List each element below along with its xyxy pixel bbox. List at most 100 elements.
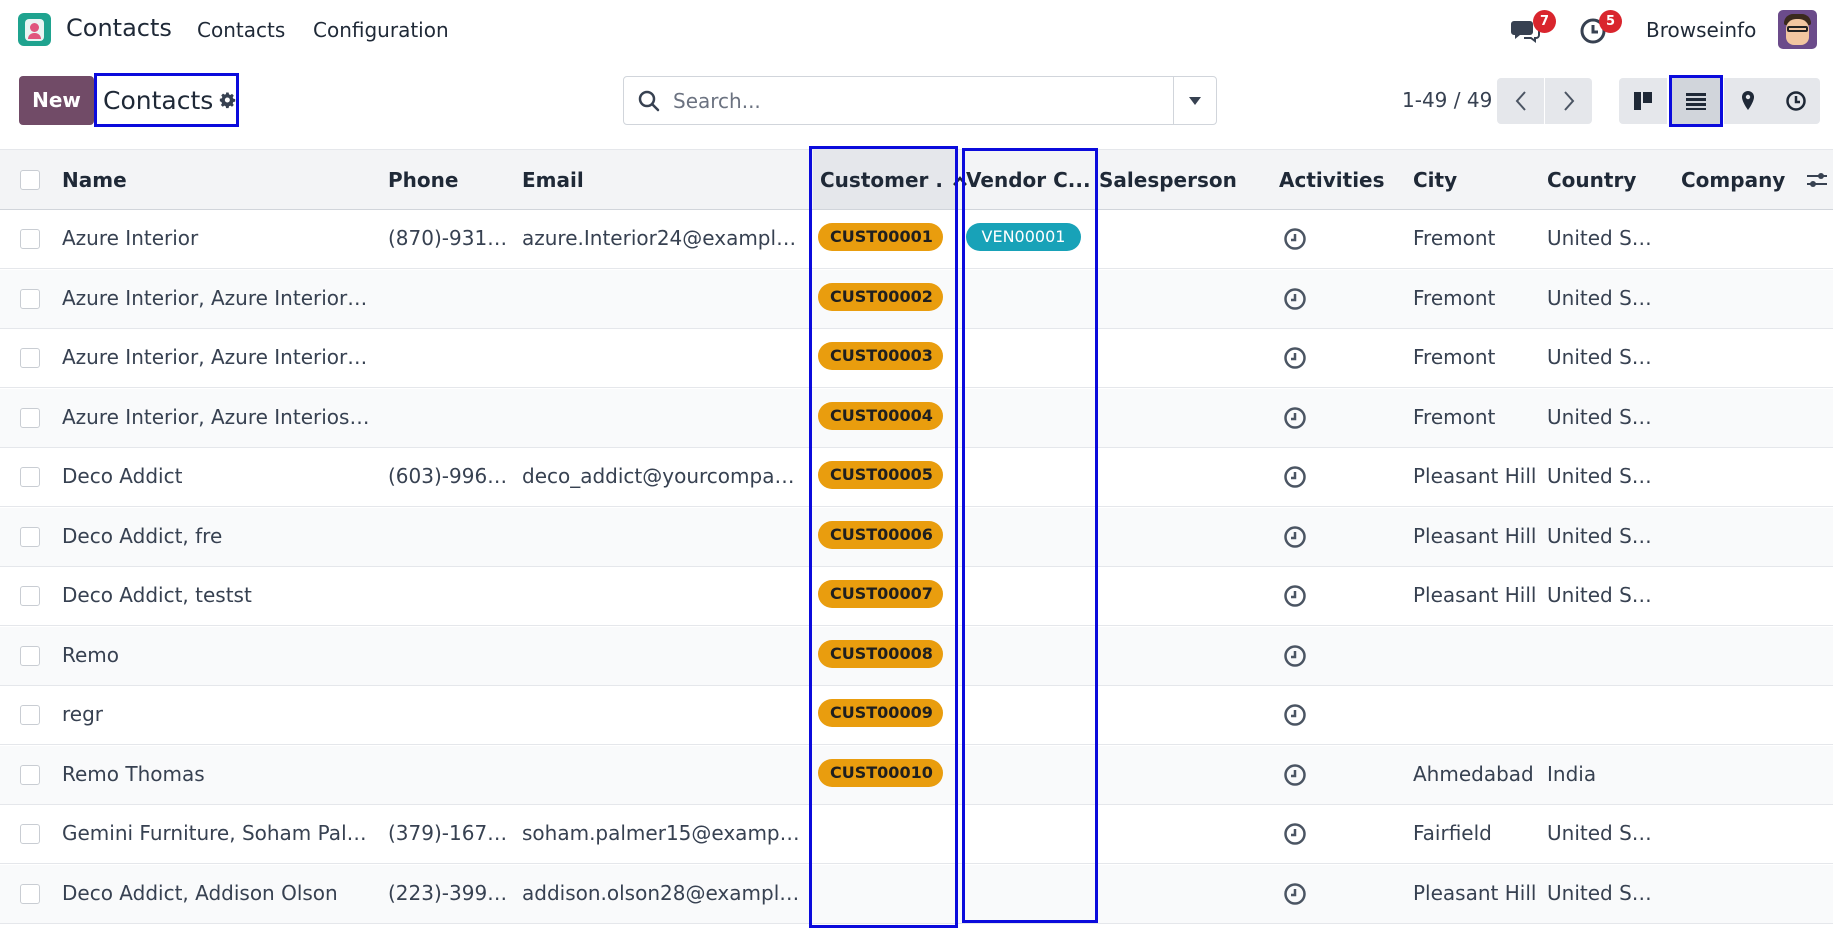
cell-city: Fairfield bbox=[1413, 821, 1492, 845]
breadcrumb: Contacts bbox=[94, 73, 239, 127]
kanban-view-button[interactable] bbox=[1619, 78, 1667, 124]
row-checkbox[interactable] bbox=[20, 288, 40, 309]
optional-columns-icon[interactable] bbox=[1806, 169, 1828, 191]
customer-code-badge: CUST00007 bbox=[818, 580, 943, 608]
cell-city: Fremont bbox=[1413, 226, 1496, 250]
cell-country: United St... bbox=[1547, 880, 1657, 905]
activity-view-button[interactable] bbox=[1772, 78, 1820, 124]
row-checkbox[interactable] bbox=[20, 824, 40, 844]
top-navbar: Contacts Contacts Configuration 7 5 Brow… bbox=[0, 0, 1833, 61]
pager-value[interactable]: 1-49 / 49 bbox=[1402, 88, 1492, 112]
kanban-icon bbox=[1634, 92, 1652, 110]
column-customer-code[interactable]: Customer . bbox=[820, 168, 968, 192]
activity-clock-icon[interactable] bbox=[1283, 287, 1307, 311]
company-name[interactable]: Browseinfo bbox=[1646, 18, 1756, 42]
pager-previous-button[interactable] bbox=[1497, 78, 1544, 124]
column-email[interactable]: Email bbox=[522, 168, 584, 192]
row-checkbox[interactable] bbox=[20, 586, 40, 606]
cell-name: Azure Interior, Azure Interior, ... bbox=[62, 345, 370, 369]
search-input[interactable] bbox=[661, 77, 1173, 124]
table-row[interactable]: Azure Interior, Azure Interior, ... CUST0… bbox=[0, 329, 1833, 388]
column-phone[interactable]: Phone bbox=[388, 168, 458, 192]
activities-badge: 5 bbox=[1599, 10, 1622, 33]
activity-clock-icon[interactable] bbox=[1283, 465, 1307, 489]
row-checkbox[interactable] bbox=[20, 467, 40, 487]
table-header: Name Phone Email Customer . Vendor C... … bbox=[0, 149, 1833, 210]
cell-country: United St... bbox=[1547, 464, 1657, 488]
map-view-button[interactable] bbox=[1724, 78, 1772, 124]
activity-clock-icon[interactable] bbox=[1283, 822, 1307, 846]
cell-country: United St... bbox=[1547, 345, 1657, 369]
activity-clock-icon[interactable] bbox=[1283, 406, 1307, 430]
customer-code-badge: CUST00004 bbox=[818, 401, 943, 430]
cell-email: deco_addict@yourcompan... bbox=[522, 464, 802, 488]
table-row[interactable]: Azure Interior (870)-931-... azure.Interio… bbox=[0, 210, 1833, 269]
row-checkbox[interactable] bbox=[20, 705, 40, 725]
cell-phone: (379)-167-... bbox=[388, 821, 508, 845]
activity-clock-icon[interactable] bbox=[1283, 584, 1307, 608]
cell-phone: (603)-996-... bbox=[388, 464, 508, 488]
list-view-button[interactable] bbox=[1669, 75, 1723, 127]
column-city[interactable]: City bbox=[1413, 168, 1457, 192]
table-row[interactable]: Deco Addict, fre CUST00006 Pleasant Hill Un… bbox=[0, 507, 1833, 567]
customer-code-badge: CUST00010 bbox=[818, 758, 943, 787]
row-checkbox[interactable] bbox=[20, 645, 40, 666]
column-country[interactable]: Country bbox=[1547, 168, 1636, 192]
table-row[interactable]: Azure Interior, Azure Interior, ... CUST0… bbox=[0, 269, 1833, 329]
search-options-toggle[interactable] bbox=[1173, 77, 1216, 124]
gear-icon[interactable] bbox=[219, 90, 236, 110]
clock-icon bbox=[1786, 91, 1806, 111]
row-checkbox[interactable] bbox=[20, 764, 40, 785]
activity-clock-icon[interactable] bbox=[1283, 227, 1307, 251]
new-button[interactable]: New bbox=[19, 76, 94, 125]
column-vendor-code[interactable]: Vendor C... bbox=[966, 168, 1091, 192]
vendor-code-badge: VEN00001 bbox=[966, 223, 1081, 251]
cell-email: addison.olson28@example.... bbox=[522, 880, 802, 905]
cell-country: United St... bbox=[1547, 821, 1657, 845]
activity-clock-icon[interactable] bbox=[1283, 763, 1307, 787]
select-all-checkbox[interactable] bbox=[20, 170, 40, 190]
cell-email: azure.Interior24@example.... bbox=[522, 226, 802, 250]
table-row[interactable]: Gemini Furniture, Soham Palmer (379)-167-… bbox=[0, 805, 1833, 864]
table-row[interactable]: Remo Thomas CUST00010 Ahmedabad India bbox=[0, 745, 1833, 805]
contacts-app-icon[interactable] bbox=[18, 13, 51, 46]
activity-clock-icon[interactable] bbox=[1283, 882, 1307, 906]
cell-name: Azure Interior, Azure Interior, ... bbox=[62, 285, 370, 310]
customer-code-badge: CUST00001 bbox=[818, 223, 943, 251]
table-row[interactable]: Deco Addict, Addison Olson (223)-399-... a… bbox=[0, 864, 1833, 924]
row-checkbox[interactable] bbox=[20, 348, 40, 368]
table-row[interactable]: Deco Addict (603)-996-... deco_addict@your… bbox=[0, 448, 1833, 507]
table-row[interactable]: Remo CUST00008 bbox=[0, 626, 1833, 686]
cell-name: Deco Addict, Addison Olson bbox=[62, 880, 338, 905]
row-checkbox[interactable] bbox=[20, 526, 40, 547]
activity-clock-icon[interactable] bbox=[1283, 525, 1307, 549]
user-avatar[interactable] bbox=[1778, 10, 1817, 49]
table-row[interactable]: Azure Interior, Azure Interios, ... CUST0… bbox=[0, 388, 1833, 448]
app-title[interactable]: Contacts bbox=[66, 14, 172, 42]
customer-code-badge: CUST00009 bbox=[818, 699, 943, 727]
search-bar bbox=[623, 76, 1217, 125]
activity-clock-icon[interactable] bbox=[1283, 346, 1307, 370]
activity-clock-icon[interactable] bbox=[1283, 644, 1307, 668]
menu-contacts[interactable]: Contacts bbox=[197, 18, 285, 42]
cell-phone: (223)-399-... bbox=[388, 880, 508, 905]
column-company[interactable]: Company bbox=[1681, 168, 1785, 192]
cell-country: United St... bbox=[1547, 523, 1657, 548]
row-checkbox[interactable] bbox=[20, 407, 40, 428]
customer-code-badge: CUST00005 bbox=[818, 461, 943, 489]
menu-configuration[interactable]: Configuration bbox=[313, 18, 449, 42]
pager-next-button[interactable] bbox=[1545, 78, 1592, 124]
row-checkbox[interactable] bbox=[20, 229, 40, 249]
table-row[interactable]: regr CUST00009 bbox=[0, 686, 1833, 745]
column-salesperson[interactable]: Salesperson bbox=[1099, 168, 1237, 192]
cell-city: Pleasant Hill bbox=[1413, 583, 1537, 607]
column-name[interactable]: Name bbox=[62, 168, 127, 192]
cell-name: Deco Addict, testst bbox=[62, 583, 252, 607]
cell-name: Remo Thomas bbox=[62, 761, 205, 786]
table-row[interactable]: Deco Addict, testst CUST00007 Pleasant Hil… bbox=[0, 567, 1833, 626]
cell-name: Deco Addict bbox=[62, 464, 183, 488]
cell-name: Remo bbox=[62, 642, 120, 667]
column-activities[interactable]: Activities bbox=[1279, 168, 1385, 192]
activity-clock-icon[interactable] bbox=[1283, 703, 1307, 727]
row-checkbox[interactable] bbox=[20, 883, 40, 904]
